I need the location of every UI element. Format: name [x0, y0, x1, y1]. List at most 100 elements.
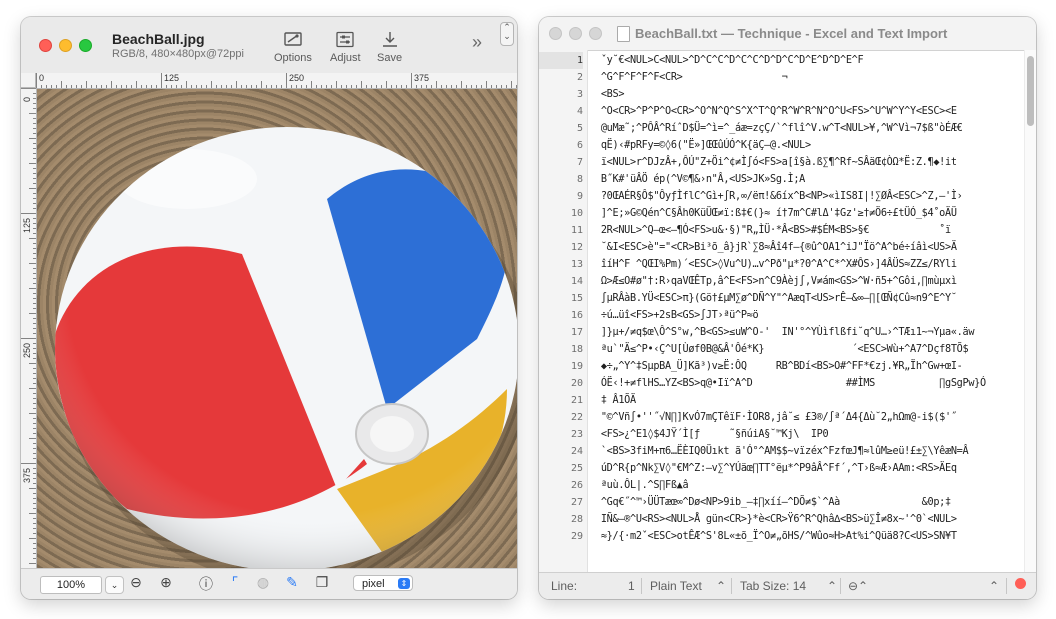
- syntax-chevron-icon[interactable]: ⌃: [716, 579, 726, 593]
- zoom-popup-chevron-icon[interactable]: ⌄: [105, 576, 124, 594]
- line-number: 12: [570, 242, 583, 253]
- line-number: 20: [570, 378, 583, 389]
- file-info: RGB/8, 480×480px@72ppi: [112, 48, 244, 60]
- text-line: ∫µRÂàB.YÜ<ESC>π}(Gö†£µM∑ø^DÑ^Y"^AæqT<US>…: [587, 290, 1024, 307]
- text-line-content: B˝K#'üÂÖ ép(^V©¶&›n"Â,<US>JK»Sg.Ì;A: [595, 174, 806, 185]
- line-number: 27: [570, 497, 583, 508]
- text-line: ªuù.ÔL|.^S∏Fß▲â: [587, 477, 1024, 494]
- zoom-window-button[interactable]: [79, 39, 92, 52]
- editor-titlebar: BeachBall.txt — Technique - Excel and Te…: [539, 17, 1036, 51]
- line-value: 1: [628, 579, 635, 593]
- text-line: 2R<NUL>^Q—œ<—¶Ó<FS>u&·§)"R„ÌÜ·*Â<BS>#$ÉM…: [587, 222, 1024, 239]
- line-number: 1: [539, 52, 583, 69]
- line-number: 25: [570, 463, 583, 474]
- document-icon: [617, 26, 630, 42]
- adjust-icon: [336, 31, 354, 48]
- text-line-content: ï<NUL>r^DJzÂ+,ÔÚ"Z+Öi^¢≠Ì∫ó<FS>a[î§à.ß∑¶…: [595, 157, 957, 168]
- text-line: ˇy˘€<NUL>C<NUL>^D^C^C^D^C^C^D^D^C^D^E^D^…: [587, 52, 1024, 69]
- syntax-mode-select[interactable]: Plain Text: [650, 579, 702, 593]
- zoom-out-icon[interactable]: ⊖: [127, 574, 145, 591]
- zoom-level-field[interactable]: 100%: [40, 576, 102, 594]
- text-line: "©^Vñ∫•''˝√N∏]KvÓ7mÇTêïF·ÌOR8,jâ˘≤ £3®/∫…: [587, 409, 1024, 426]
- select-arrows-icon: ⇕: [398, 578, 410, 589]
- line-number: 18: [570, 344, 583, 355]
- minimize-window-button[interactable]: [59, 39, 72, 52]
- encoding-chevron-icon[interactable]: ⌃: [989, 579, 999, 593]
- ruler-ticks-left: [21, 88, 36, 564]
- ruler-label: 0: [22, 96, 32, 102]
- info-icon[interactable]: ⓘ: [197, 574, 215, 594]
- color-icon[interactable]: ◍: [254, 574, 272, 591]
- line-number: 15: [570, 293, 583, 304]
- viewer-statusbar: 100% ⌄ ⊖ ⊕ ⓘ ⌜ ◍ ✎ ❐ pixel ⇕: [21, 568, 517, 599]
- text-line: <FS>¿^E1◊$4JŸ´Ì[ƒ ˜§ñúiA§˘™Kj\ IP0: [587, 426, 1024, 443]
- status-dot-icon: [1015, 578, 1026, 589]
- line-number: 23: [570, 429, 583, 440]
- file-name: BeachBall.jpg: [112, 31, 205, 47]
- text-line: <BS>: [587, 86, 1024, 103]
- line-number: 16: [570, 310, 583, 321]
- text-line: qË)‹#pRFy=©◊6("Ë»]ŒŒûÚÓ^K{äÇ—@.<NUL>: [587, 137, 1024, 154]
- text-line-content: ^G^F^F^F^F<CR> ¬: [595, 72, 788, 83]
- line-number: 6: [576, 140, 583, 151]
- zoom-in-icon[interactable]: ⊕: [157, 574, 175, 591]
- save-label: Save: [377, 52, 403, 64]
- options-button[interactable]: Options: [274, 31, 312, 64]
- updown-stepper-icon[interactable]: ⌃ ⌄: [500, 22, 514, 46]
- text-line: úD^R{p^Nk∑V◊"€M^Z:—v∑^YÚäœ∏TT°ëµ*^P9âÂ^F…: [587, 460, 1024, 477]
- text-editor-window: BeachBall.txt — Technique - Excel and Te…: [539, 17, 1036, 599]
- text-line-content: ^O<CR>^P^P^O<CR>^O^N^Q^S^X^T^Q^R^W^R^N^O…: [595, 106, 957, 117]
- line-number: 7: [576, 157, 583, 168]
- line-number: 21: [570, 395, 583, 406]
- tool-icon[interactable]: ✎: [283, 574, 301, 591]
- text-line-content: ÓË‹!+≠flHS…YZ<BS>q@•Iï^A^D ##ÌMS ∏gSgPw}…: [595, 378, 986, 389]
- units-value: pixel: [362, 578, 385, 590]
- text-line-content: ?0ŒAÉR§Ô$"ÔyƒÌflC^Gì+∫R,∞/ëπ!&6íx^B<NP>«…: [595, 191, 963, 202]
- text-line: ]}µ+/≠q$œ\Ô^S°w,^B<GS>≤uW^O-' IN'°^YÙìfl…: [587, 324, 1024, 341]
- text-line: ]^E;»G©Qén^C§Âh0KüÜŒ≠ï:ß‡€(}≈ í†7m^C#lΔ'…: [587, 205, 1024, 222]
- text-line: ‡ Â1ÕÄ: [587, 392, 1024, 409]
- line-number: 3: [576, 89, 583, 100]
- text-line: Ω>Æ≤O#ø"†:R›qaVŒÊTp,â^E<FS>n^C9Àèj∫,V≠ám…: [587, 273, 1024, 290]
- text-content-area[interactable]: ˇy˘€<NUL>C<NUL>^D^C^C^D^C^C^D^D^C^D^E^D^…: [587, 50, 1024, 572]
- ellipsis-menu-icon[interactable]: ⊖⌃: [848, 579, 868, 593]
- more-toolbar-chevron-icon[interactable]: »: [472, 32, 482, 53]
- close-window-button[interactable]: [549, 27, 562, 40]
- text-line-content: ˘&I<ESC>è"="<CR>Bi³õ_â}jR`∑8≈Âî4f—{®û^OA…: [595, 242, 957, 253]
- beach-ball-photo: [55, 127, 517, 568]
- adjust-button[interactable]: Adjust: [330, 31, 361, 64]
- copy-icon[interactable]: ❐: [313, 574, 331, 591]
- line-label: Line:: [551, 579, 578, 593]
- minimize-window-button[interactable]: [569, 27, 582, 40]
- line-number: 9: [576, 191, 583, 202]
- units-select[interactable]: pixel ⇕: [353, 575, 413, 591]
- line-number: 14: [570, 276, 583, 287]
- line-number: 4: [576, 106, 583, 117]
- text-line-content: <FS>¿^E1◊$4JŸ´Ì[ƒ ˜§ñúiA§˘™Kj\ IP0: [595, 429, 829, 440]
- tab-size-chevron-icon[interactable]: ⌃: [827, 579, 837, 593]
- text-line-content: ˇy˘€<NUL>C<NUL>^D^C^C^D^C^C^D^D^C^D^E^D^…: [595, 55, 864, 66]
- line-number: 10: [570, 208, 583, 219]
- ruler-label: 125: [164, 73, 180, 83]
- download-icon: [382, 32, 397, 47]
- text-line: ?0ŒAÉR§Ô$"ÔyƒÌflC^Gì+∫R,∞/ëπ!&6íx^B<NP>«…: [587, 188, 1024, 205]
- tab-size-select[interactable]: Tab Size: 14: [740, 579, 806, 593]
- line-number: 8: [576, 174, 583, 185]
- image-canvas[interactable]: [37, 89, 517, 568]
- crop-icon[interactable]: ⌜: [226, 574, 244, 591]
- close-window-button[interactable]: [39, 39, 52, 52]
- options-icon: [284, 32, 302, 46]
- ruler-label: 125: [22, 217, 32, 233]
- save-button[interactable]: Save: [377, 31, 402, 64]
- vertical-scrollbar[interactable]: [1024, 50, 1036, 572]
- ruler-label: 0: [39, 73, 45, 83]
- ruler-label: 250: [289, 73, 305, 83]
- text-line-content: ^Gq€˝^™›ÜÜTæœ∞^Dø<NP>9ib_—‡∏xíí–^DÕ≠$`^A…: [595, 497, 951, 508]
- text-line: îíH^F ^QŒI%Pm)´<ESC>◊Vu^U)…v^Pð"µ*?0^A^C…: [587, 256, 1024, 273]
- line-number: 2: [576, 72, 583, 83]
- line-number: 28: [570, 514, 583, 525]
- scrollbar-thumb[interactable]: [1027, 56, 1034, 126]
- ruler-ticks-top: [36, 73, 517, 88]
- viewer-titlebar: BeachBall.jpg RGB/8, 480×480px@72ppi Opt…: [21, 17, 517, 74]
- zoom-window-button[interactable]: [589, 27, 602, 40]
